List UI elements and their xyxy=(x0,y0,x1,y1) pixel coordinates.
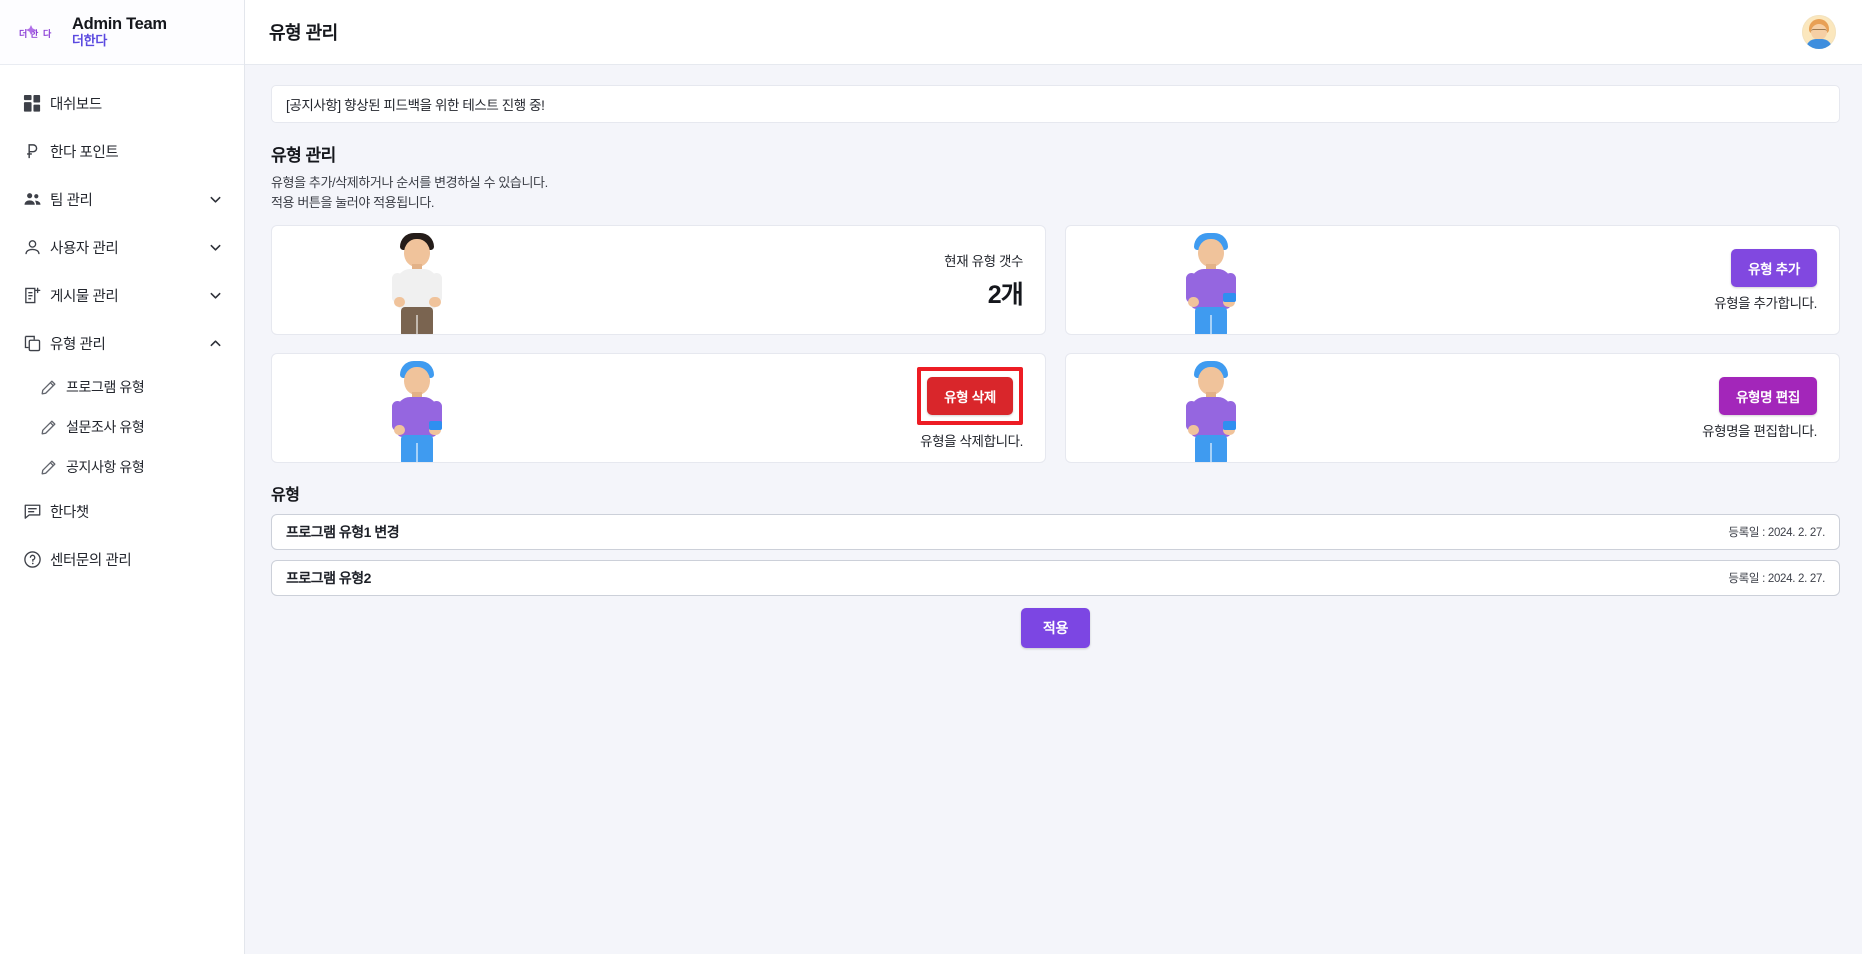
chevron-down-icon[interactable] xyxy=(206,289,224,302)
sidebar: 더 한 다 Admin Team 더한다 대쉬보드 한다 포인트 팀 관리 사용… xyxy=(0,0,245,954)
team-icon xyxy=(14,190,50,209)
sidebar-item-label: 팀 관리 xyxy=(50,192,93,209)
sidebar-item-program-type[interactable]: 프로그램 유형 xyxy=(0,367,244,407)
delete-type-highlight-box: 유형 삭제 xyxy=(917,366,1023,425)
avatar-glasses xyxy=(1811,29,1827,34)
sidebar-item-survey-type[interactable]: 설문조사 유형 xyxy=(0,407,244,447)
topbar: 유형 관리 xyxy=(245,0,1862,65)
brand-subtitle: 더한다 xyxy=(72,33,107,49)
edit-type-name-info: 유형명 편집 유형명을 편집합니다. xyxy=(1702,376,1817,440)
add-type-caption: 유형을 추가합니다. xyxy=(1714,295,1817,311)
delete-type-caption: 유형을 삭제합니다. xyxy=(920,433,1023,449)
edit-type-name-caption: 유형명을 편집합니다. xyxy=(1702,423,1817,439)
type-count-info: 현재 유형 갯수 2개 xyxy=(944,250,1024,311)
type-list-title: 유형 xyxy=(271,487,300,504)
help-icon xyxy=(14,550,50,569)
chevron-down-icon[interactable] xyxy=(206,193,224,206)
post-icon xyxy=(14,286,50,305)
card-grid-row-1: 현재 유형 갯수 2개 유형 추가 유형을 추가합니다. xyxy=(271,225,1840,335)
delete-type-info: 유형 삭제 유형을 삭제합니다. xyxy=(917,366,1023,450)
user-icon xyxy=(14,238,50,257)
man-with-phone-purple-shirt-illustration xyxy=(272,354,562,462)
notice-banner[interactable]: [공지사항] 향상된 피드백을 위한 테스트 진행 중! xyxy=(271,85,1840,123)
section-desc-line2: 적용 버튼을 눌러야 적용됩니다. xyxy=(271,194,435,210)
chat-icon xyxy=(14,502,50,521)
sidebar-item-label: 센터문의 관리 xyxy=(50,552,132,569)
man-standing-white-shirt-illustration xyxy=(272,226,562,334)
sidebar-item-user[interactable]: 사용자 관리 xyxy=(0,223,244,271)
sidebar-item-label: 대쉬보드 xyxy=(50,96,102,113)
list-item-date: 등록일 : 2024. 2. 27. xyxy=(1728,573,1825,585)
point-icon xyxy=(14,142,50,161)
sidebar-item-label: 한다 포인트 xyxy=(50,144,119,161)
list-item-date: 등록일 : 2024. 2. 27. xyxy=(1728,527,1825,539)
type-count-value: 2개 xyxy=(987,280,1024,309)
sidebar-item-label: 프로그램 유형 xyxy=(66,379,145,395)
type-icon xyxy=(14,334,50,353)
section-title: 유형 관리 xyxy=(271,146,336,165)
svg-text:더: 더 xyxy=(19,28,27,39)
sidebar-item-type[interactable]: 유형 관리 xyxy=(0,319,244,367)
list-item-name: 프로그램 유형1 변경 xyxy=(286,524,400,540)
brand-text: Admin Team 더한다 xyxy=(72,15,167,49)
pencil-icon xyxy=(30,419,66,436)
card-grid-row-2: 유형 삭제 유형을 삭제합니다. 유형명 편집 유형명을 편집합니다. xyxy=(271,353,1840,463)
pencil-icon xyxy=(30,379,66,396)
edit-type-name-button[interactable]: 유형명 편집 xyxy=(1718,376,1817,415)
man-with-phone-purple-shirt-illustration xyxy=(1066,354,1356,462)
sidebar-item-post[interactable]: 게시물 관리 xyxy=(0,271,244,319)
sidebar-item-label: 유형 관리 xyxy=(50,336,106,353)
dashboard-icon xyxy=(14,94,50,113)
notice-text: [공지사항] 향상된 피드백을 위한 테스트 진행 중! xyxy=(286,98,545,113)
add-type-info: 유형 추가 유형을 추가합니다. xyxy=(1714,248,1817,312)
sidebar-item-label: 설문조사 유형 xyxy=(66,419,145,435)
list-item[interactable]: 프로그램 유형1 변경 등록일 : 2024. 2. 27. xyxy=(271,514,1840,550)
sidebar-item-label: 한다챗 xyxy=(50,504,89,521)
sidebar-item-center-inquiry[interactable]: 센터문의 관리 xyxy=(0,535,244,583)
sidebar-item-chat[interactable]: 한다챗 xyxy=(0,487,244,535)
main-area: 유형 관리 [공지사항] 향상된 피드백을 위한 테스트 진행 중! 유형 관리… xyxy=(245,0,1862,954)
sidebar-item-label: 게시물 관리 xyxy=(50,288,119,305)
chevron-down-icon[interactable] xyxy=(206,241,224,254)
pencil-icon xyxy=(30,459,66,476)
sidebar-item-dashboard[interactable]: 대쉬보드 xyxy=(0,79,244,127)
add-type-card: 유형 추가 유형을 추가합니다. xyxy=(1065,225,1840,335)
sidebar-item-label: 공지사항 유형 xyxy=(66,459,145,475)
delete-type-button[interactable]: 유형 삭제 xyxy=(927,376,1013,415)
list-item[interactable]: 프로그램 유형2 등록일 : 2024. 2. 27. xyxy=(271,560,1840,596)
man-with-phone-purple-shirt-illustration xyxy=(1066,226,1356,334)
avatar-body xyxy=(1806,39,1832,49)
brand-logo-icon: 더 한 다 xyxy=(18,19,58,45)
brand-title: Admin Team xyxy=(72,15,167,34)
apply-button-wrap: 적용 xyxy=(271,608,1840,648)
chevron-up-icon[interactable] xyxy=(206,337,224,350)
type-list-section: 유형 프로그램 유형1 변경 등록일 : 2024. 2. 27. 프로그램 유… xyxy=(271,481,1840,648)
app-root: 더 한 다 Admin Team 더한다 대쉬보드 한다 포인트 팀 관리 사용… xyxy=(0,0,1862,954)
user-avatar[interactable] xyxy=(1802,15,1836,49)
edit-type-name-card: 유형명 편집 유형명을 편집합니다. xyxy=(1065,353,1840,463)
sidebar-item-point[interactable]: 한다 포인트 xyxy=(0,127,244,175)
page-title: 유형 관리 xyxy=(269,23,338,43)
add-type-button[interactable]: 유형 추가 xyxy=(1731,248,1817,287)
brand-header[interactable]: 더 한 다 Admin Team 더한다 xyxy=(0,0,244,65)
delete-type-card: 유형 삭제 유형을 삭제합니다. xyxy=(271,353,1046,463)
section-header: 유형 관리 유형을 추가/삭제하거나 순서를 변경하실 수 있습니다. 적용 버… xyxy=(271,141,1840,212)
section-desc-line1: 유형을 추가/삭제하거나 순서를 변경하실 수 있습니다. xyxy=(271,175,548,190)
type-count-label: 현재 유형 갯수 xyxy=(944,253,1023,269)
sidebar-item-team[interactable]: 팀 관리 xyxy=(0,175,244,223)
apply-button[interactable]: 적용 xyxy=(1020,608,1091,648)
page-content: [공지사항] 향상된 피드백을 위한 테스트 진행 중! 유형 관리 유형을 추… xyxy=(245,65,1862,954)
svg-text:다: 다 xyxy=(43,28,52,39)
type-count-card: 현재 유형 갯수 2개 xyxy=(271,225,1046,335)
sidebar-nav: 대쉬보드 한다 포인트 팀 관리 사용자 관리 게시물 관리 유형 관리 프로그… xyxy=(0,65,244,954)
list-item-name: 프로그램 유형2 xyxy=(286,570,371,586)
sidebar-item-notice-type[interactable]: 공지사항 유형 xyxy=(0,447,244,487)
sidebar-item-label: 사용자 관리 xyxy=(50,240,119,257)
